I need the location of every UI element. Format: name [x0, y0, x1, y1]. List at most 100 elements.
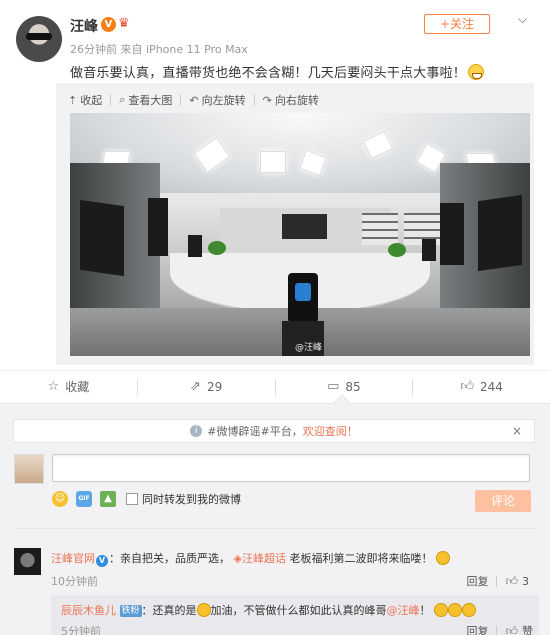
comment-like-count[interactable]: 3: [522, 575, 529, 588]
post-text: 做音乐要认真，直播带货也绝不会含糊！几天后要闷头干点大事啦！: [70, 62, 485, 81]
reply-body-2: 加油，不管做什么都如此认真的峰哥: [210, 604, 387, 617]
my-avatar[interactable]: [14, 454, 44, 484]
info-icon: i: [190, 425, 203, 437]
thumbs-up-icon[interactable]: 👍︎: [505, 624, 518, 635]
image-icon[interactable]: ▲: [100, 491, 116, 507]
weibo-post: 汪峰 V ♛ 26分钟前 来自 iPhone 11 Pro Max +关注 ⌵ …: [0, 0, 550, 635]
view-large-label: 查看大图: [128, 94, 173, 107]
thumbs-up-icon: 👍︎: [460, 379, 474, 394]
repost-count: 29: [206, 379, 223, 394]
crown-icon[interactable]: ♛: [118, 16, 130, 32]
softbox-light: [260, 151, 286, 173]
divider: [496, 625, 498, 635]
reply-item: 辰辰木鱼儿 铁粉 ：还真的是 加油，不管做什么都如此认真的峰哥@汪峰！ 5分钟前 回…: [51, 595, 539, 635]
magnifier-icon: ⌕: [119, 93, 126, 106]
notice-link[interactable]: 欢迎查阅！: [303, 423, 358, 439]
grin-emoji-icon: [468, 64, 485, 80]
reply-button[interactable]: 回复: [466, 573, 488, 589]
divider: [253, 94, 255, 106]
follow-button[interactable]: +关注: [424, 14, 490, 34]
divider: [496, 575, 498, 587]
photo-plant: [208, 241, 226, 255]
reply-time: 5分钟前: [61, 625, 101, 635]
author-name[interactable]: 汪峰: [70, 16, 98, 36]
photo-watermark: @汪峰: [295, 343, 323, 353]
post-time[interactable]: 26分钟前: [70, 43, 117, 56]
collapse-button[interactable]: ⇡ 收起: [68, 92, 102, 108]
input-tools: ☺ GIF ▲ 同时转发到我的微博: [52, 491, 241, 507]
comment-actions: 回复 👍︎ 3: [466, 573, 529, 589]
repost-button[interactable]: ⇗ 29: [138, 371, 275, 402]
post-meta: 26分钟前 来自 iPhone 11 Pro Max: [70, 41, 248, 57]
topic-link[interactable]: 汪峰超话: [242, 552, 286, 565]
star-icon: ☆: [47, 379, 60, 394]
source-prefix: 来自: [120, 43, 143, 56]
verified-badge[interactable]: V: [101, 17, 116, 32]
rotate-left-button[interactable]: ↶ 向左旋转: [189, 92, 245, 108]
rotate-right-icon: ↷: [262, 93, 272, 107]
favorite-button[interactable]: ☆ 收藏: [0, 371, 137, 402]
photo-tv: [440, 203, 464, 265]
thumbs-up-icon[interactable]: 👍︎: [505, 574, 518, 589]
favorite-label: 收藏: [65, 380, 90, 394]
reply-actions: 回复 👍︎ 赞: [466, 623, 533, 635]
photo-tv: [80, 199, 124, 277]
comment-count: 85: [345, 379, 361, 394]
repost-checkbox-label[interactable]: 同时转发到我的微博: [142, 491, 241, 507]
comment-list: 汪峰官网 V ：亲自把关，品质严选， ◈汪峰超话 老板福利第二波即将来临喽！ 10分…: [13, 528, 539, 635]
reply-text: 辰辰木鱼儿 铁粉 ：还真的是 加油，不管做什么都如此认真的峰哥@汪峰！: [61, 602, 477, 618]
post-source[interactable]: iPhone 11 Pro Max: [146, 43, 248, 56]
emoji-icon: [462, 603, 477, 617]
reply-body-3: ！: [419, 604, 431, 617]
photo-speaker: [422, 239, 436, 261]
collapse-label: 收起: [80, 94, 103, 107]
photo-tv: [148, 198, 168, 256]
comment-icon: ▭: [327, 379, 340, 394]
reply-body: ：还真的是: [141, 604, 197, 617]
divider: [110, 94, 112, 106]
submit-comment-button[interactable]: 评论: [475, 490, 531, 512]
action-bar: ☆ 收藏 ⇗ 29 ▭ 85 👍︎ 244: [0, 370, 550, 402]
photo-camera-lens: [295, 283, 311, 301]
comment-body: ：亲自把关，品质严选，: [109, 552, 230, 565]
emoji-icon: [196, 603, 211, 617]
photo-back-tv: [282, 214, 327, 239]
commenter-avatar[interactable]: [14, 548, 41, 575]
post-text-body: 做音乐要认真，直播带货也绝不会含糊！几天后要闷头干点大事啦！: [70, 66, 467, 81]
repost-checkbox[interactable]: [126, 493, 138, 505]
mention-link[interactable]: @汪峰: [387, 604, 420, 617]
reply-like-label[interactable]: 赞: [522, 623, 533, 635]
rotate-left-icon: ↶: [189, 93, 199, 107]
arrow-up-icon: ⇡: [68, 93, 78, 107]
fan-badge[interactable]: 铁粉: [119, 605, 142, 617]
rotate-right-label: 向右旋转: [274, 94, 319, 107]
emoji-icon: [448, 603, 463, 617]
emoji-icon: [435, 551, 450, 565]
reply-button[interactable]: 回复: [466, 623, 488, 635]
rumor-notice: i #微博辟谣#平台， 欢迎查阅！ ×: [13, 419, 535, 443]
gif-icon[interactable]: GIF: [76, 491, 92, 507]
notice-text[interactable]: #微博辟谣#平台，: [207, 423, 302, 439]
comment-time: 10分钟前: [51, 575, 98, 588]
comment-body-tail: 老板福利第二波即将来临喽！: [285, 552, 433, 565]
emoji-icon: [434, 603, 449, 617]
media-toolbar: ⇡ 收起 ⌕ 查看大图 ↶ 向左旋转 ↷ 向右旋转: [68, 92, 327, 108]
author-avatar[interactable]: [16, 16, 62, 62]
verified-badge[interactable]: V: [96, 555, 108, 567]
like-button[interactable]: 👍︎ 244: [413, 371, 550, 402]
photo-speaker: [188, 235, 202, 257]
emoji-icon[interactable]: ☺: [52, 491, 68, 507]
divider: [180, 94, 182, 106]
photo-shelf: [362, 213, 398, 245]
photo-tv: [478, 194, 522, 272]
commenter-name[interactable]: 汪峰官网: [51, 552, 95, 565]
studio-photo[interactable]: @汪峰: [70, 113, 530, 356]
comment-input[interactable]: [52, 454, 530, 482]
close-icon[interactable]: ×: [512, 424, 522, 438]
view-large-button[interactable]: ⌕ 查看大图: [119, 92, 172, 108]
chevron-down-icon[interactable]: ⌵: [518, 12, 527, 27]
rotate-right-button[interactable]: ↷ 向右旋转: [263, 92, 319, 108]
comment-item: 汪峰官网 V ：亲自把关，品质严选， ◈汪峰超话 老板福利第二波即将来临喽！ 10分…: [13, 529, 537, 588]
replier-name[interactable]: 辰辰木鱼儿: [61, 604, 116, 617]
rotate-left-label: 向左旋转: [201, 94, 246, 107]
